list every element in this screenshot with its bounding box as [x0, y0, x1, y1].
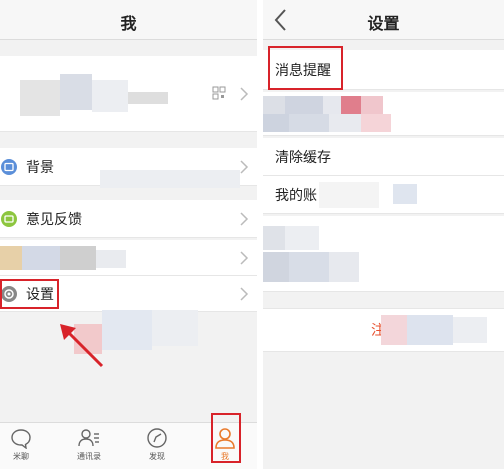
blurred-region — [329, 252, 359, 282]
blurred-region — [0, 246, 22, 270]
compass-icon — [147, 428, 167, 448]
blurred-region — [323, 96, 341, 114]
blurred-region — [407, 315, 453, 345]
red-arrow-icon — [60, 324, 104, 368]
blurred-region — [60, 74, 92, 110]
blurred-region — [22, 246, 60, 270]
me-screen: 我 背景 意见反馈 设置 米聊 通讯录 发现 我 — [0, 0, 257, 469]
blurred-region — [263, 252, 289, 282]
chevron-right-icon — [240, 159, 249, 174]
tab-label: 米聊 — [13, 452, 29, 461]
tab-discover[interactable]: 发现 — [132, 427, 182, 462]
settings-item-label: 我的账 — [275, 187, 317, 204]
profile-card[interactable] — [0, 56, 257, 132]
page-title: 设置 — [367, 14, 400, 33]
blurred-region — [285, 96, 323, 114]
blurred-region — [100, 170, 240, 188]
me-top-bar: 我 — [0, 0, 257, 40]
chevron-right-icon — [240, 211, 249, 226]
settings-item-blurred[interactable] — [263, 92, 504, 136]
settings-item-my-account[interactable]: 我的账 — [263, 176, 504, 214]
blurred-region — [453, 317, 487, 343]
blurred-region — [263, 114, 289, 132]
settings-highlight-box — [0, 279, 59, 309]
blurred-region — [263, 226, 285, 250]
blurred-region — [263, 96, 285, 114]
blurred-region — [92, 80, 128, 112]
tab-michat[interactable]: 米聊 — [0, 427, 46, 462]
contacts-icon — [78, 429, 99, 447]
tab-label: 发现 — [149, 452, 165, 461]
settings-top-bar: 设置 — [263, 0, 504, 40]
blurred-region — [152, 310, 198, 346]
settings-item-clear-cache[interactable]: 清除缓存 — [263, 138, 504, 176]
chevron-right-icon — [240, 286, 249, 301]
blurred-region — [128, 92, 168, 104]
menu-item-blurred[interactable] — [0, 240, 257, 276]
blurred-region — [60, 246, 96, 270]
logout-button[interactable]: 注 — [263, 308, 504, 352]
chevron-right-icon — [240, 250, 249, 265]
blurred-region — [96, 250, 126, 268]
blurred-region — [361, 96, 383, 114]
blurred-avatar — [20, 80, 60, 116]
menu-item-feedback[interactable]: 意见反馈 — [0, 200, 257, 238]
blurred-region — [289, 114, 329, 132]
settings-screen: 设置 消息提醒 清除缓存 我的账 注 — [263, 0, 504, 469]
blurred-region — [285, 226, 319, 250]
page-title: 我 — [120, 14, 137, 33]
blurred-region — [319, 182, 379, 208]
blurred-region — [361, 114, 391, 132]
qr-code-icon — [212, 86, 226, 100]
menu-item-background[interactable]: 背景 — [0, 148, 257, 188]
tab-contacts[interactable]: 通讯录 — [64, 427, 114, 462]
blurred-region — [393, 184, 417, 204]
blurred-region — [289, 252, 329, 282]
chat-bubble-icon — [11, 429, 31, 449]
tab-label: 通讯录 — [77, 452, 101, 461]
chevron-right-icon — [240, 86, 249, 101]
message-reminder-highlight-box — [268, 46, 343, 90]
settings-item-blurred[interactable] — [263, 216, 504, 292]
blurred-region — [341, 96, 361, 114]
blurred-region — [329, 114, 361, 132]
blurred-region — [102, 310, 152, 350]
settings-item-label: 清除缓存 — [275, 149, 331, 166]
feedback-icon — [1, 210, 17, 227]
blurred-region — [381, 315, 407, 345]
me-tab-highlight-box — [211, 413, 241, 463]
menu-item-label: 意见反馈 — [26, 211, 82, 228]
menu-item-label: 背景 — [26, 159, 54, 176]
background-icon — [1, 158, 17, 175]
